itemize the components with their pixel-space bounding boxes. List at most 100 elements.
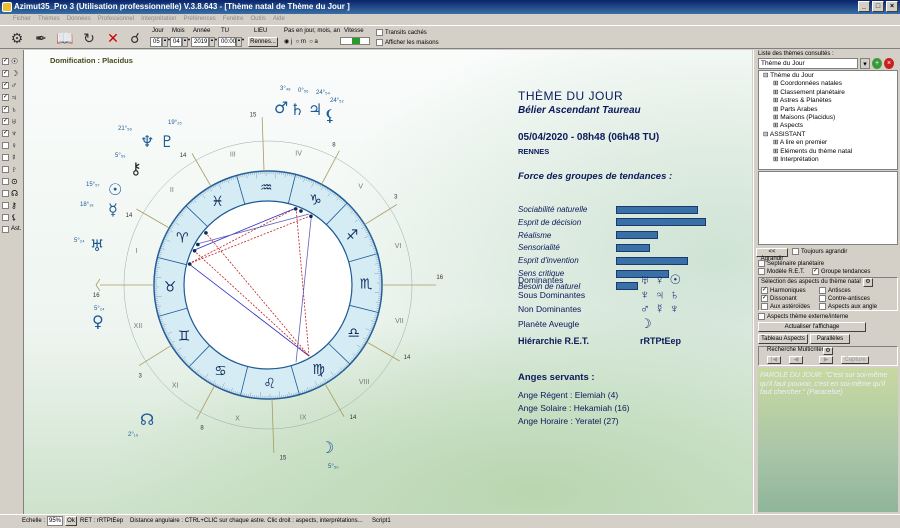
echelle-input[interactable]: 95%	[47, 516, 63, 526]
planet-glyph[interactable]: ⚸	[324, 108, 336, 124]
planet-filter-checkbox[interactable]	[2, 201, 9, 209]
tree-node[interactable]: ⊞ A lire en premier	[761, 139, 895, 147]
planet-filter-checkbox[interactable]: ✓	[2, 93, 9, 101]
close-button[interactable]: ×	[886, 1, 898, 12]
menu-fichier[interactable]: Fichier	[13, 14, 31, 25]
paralleles-button[interactable]: Parallèles	[810, 334, 850, 344]
planet-filter-checkbox[interactable]: ✓	[2, 57, 9, 65]
harmoniques-option[interactable]: ✓ Harmoniques	[761, 287, 806, 294]
planet-filter-checkbox[interactable]	[2, 165, 9, 173]
tree-node[interactable]: ⊞ Aspects	[761, 122, 895, 130]
theme-tree[interactable]: ⊟ Thème du Jour ⊞ Coordonnées natales ⊞ Cl…	[758, 70, 898, 170]
planet-filter-checkbox[interactable]	[2, 213, 9, 221]
planet-filter-13[interactable]: ⚸	[2, 212, 17, 222]
chart-wheel-icon[interactable]: ⚙	[8, 29, 26, 47]
planet-filter-checkbox[interactable]	[2, 225, 9, 233]
tree-node[interactable]: ⊞ Eléments du thème natal	[761, 148, 895, 156]
planet-filter-14[interactable]: Ast.	[2, 224, 21, 234]
planet-filter-checkbox[interactable]: ✓	[2, 129, 9, 137]
mois-spinner[interactable]: ▲▼	[182, 37, 191, 47]
aspects-angle-option[interactable]: Aspects aux angle	[819, 303, 877, 310]
annee-input[interactable]: 2019	[191, 37, 209, 47]
jour-input[interactable]: 05	[150, 37, 162, 47]
menu-aide[interactable]: Aide	[273, 14, 285, 25]
planet-filter-0[interactable]: ✓ ☉	[2, 56, 18, 66]
menu-themes[interactable]: Thèmes	[38, 14, 60, 25]
capture-button[interactable]: Capture	[841, 356, 869, 364]
planet-glyph[interactable]: ♇	[160, 134, 174, 150]
tree-node[interactable]: ⊞ Classement planétaire	[761, 89, 895, 97]
agrandir-button[interactable]: << Agrandir	[756, 248, 788, 262]
quill-icon[interactable]: ✒	[32, 29, 50, 47]
remove-theme-icon[interactable]: ×	[884, 58, 894, 69]
tree-node[interactable]: ⊞ Maisons (Placidus)	[761, 114, 895, 122]
menu-outils[interactable]: Outils	[251, 14, 266, 25]
planet-filter-checkbox[interactable]	[2, 189, 9, 197]
planet-filter-11[interactable]: ☊	[2, 188, 18, 198]
toujours-agrandir-option[interactable]: Toujours agrandir	[792, 248, 847, 255]
asteroides-option[interactable]: Aux astéroïdes	[761, 303, 810, 310]
next-result-button[interactable]: ▶	[819, 356, 833, 364]
planet-filter-12[interactable]: ⚷	[2, 200, 17, 210]
planet-filter-checkbox[interactable]	[2, 141, 9, 149]
planet-filter-5[interactable]: ✓ ♅	[2, 116, 17, 126]
pas-a-radio[interactable]: ○ a	[309, 39, 318, 45]
antisces-option[interactable]: Antisces	[819, 287, 851, 294]
tree-node[interactable]: ⊟ Thème du Jour	[761, 72, 895, 80]
tree-node[interactable]: ⊞ Astres & Planètes	[761, 97, 895, 105]
menu-interpretation[interactable]: Interprétation	[141, 14, 176, 25]
planet-glyph[interactable]: ☉	[108, 182, 122, 198]
theme-select[interactable]: Thème du Jour	[758, 58, 858, 69]
annee-spinner[interactable]: ▲▼	[209, 37, 218, 47]
menu-professionnel[interactable]: Professionnel	[98, 14, 134, 25]
planet-filter-checkbox[interactable]: ✓	[2, 105, 9, 113]
pas-j-radio[interactable]: ◉ j	[284, 39, 292, 45]
menu-donnees[interactable]: Données	[67, 14, 91, 25]
planet-glyph[interactable]: ♂	[274, 100, 288, 116]
tree-node[interactable]: ⊞ Parts Arabes	[761, 106, 895, 114]
jour-spinner[interactable]: ▲▼	[162, 37, 171, 47]
refresh-icon[interactable]: ↻	[80, 29, 98, 47]
aspects-externe-option[interactable]: Aspects thème externe/interne	[758, 313, 848, 320]
first-result-button[interactable]: |◀	[767, 356, 781, 364]
planet-filter-7[interactable]: ♀	[2, 140, 17, 150]
planet-filter-2[interactable]: ✓ ♂	[2, 80, 17, 90]
aspects-settings-icon[interactable]: ⚙	[863, 278, 873, 287]
add-theme-icon[interactable]: +	[872, 58, 882, 69]
planet-filter-checkbox[interactable]: ✓	[2, 69, 9, 77]
planet-filter-checkbox[interactable]	[2, 153, 9, 161]
recherche-settings-icon[interactable]: ⚙	[823, 347, 833, 355]
planet-filter-10[interactable]: ⊙	[2, 176, 18, 186]
tree-node[interactable]: ⊞ Interprétation	[761, 156, 895, 164]
select-dropdown-icon[interactable]: ▾	[860, 58, 870, 69]
menu-fenetre[interactable]: Fenêtre	[223, 14, 244, 25]
groupe-tendances-option[interactable]: ✓ Groupe tendances	[812, 268, 870, 275]
planet-glyph[interactable]: ♀	[92, 314, 104, 330]
planet-filter-checkbox[interactable]: ✓	[2, 81, 9, 89]
planet-glyph[interactable]: ♃	[308, 102, 322, 118]
tableau-aspects-button[interactable]: Tableau Aspects	[758, 334, 808, 344]
mois-input[interactable]: 04	[170, 37, 182, 47]
planet-filter-6[interactable]: ✓ ♆	[2, 128, 17, 138]
lieu-button[interactable]: Rennes...	[248, 37, 278, 47]
echelle-ok-button[interactable]: Ok	[65, 516, 77, 526]
pas-m-radio[interactable]: ○ m	[296, 39, 306, 45]
actualiser-button[interactable]: Actualiser l'affichage	[758, 322, 866, 332]
book-icon[interactable]: 📖	[56, 29, 74, 47]
transits-caches-option[interactable]: Transits cachés	[376, 29, 427, 36]
planet-filter-4[interactable]: ✓ ♄	[2, 104, 17, 114]
tu-input[interactable]: 00:00	[218, 37, 236, 47]
menu-preferences[interactable]: Préférences	[183, 14, 215, 25]
prev-result-button[interactable]: ◀	[789, 356, 803, 364]
planet-glyph[interactable]: ♄	[290, 102, 304, 118]
modele-ret-option[interactable]: Modèle R.E.T.	[758, 268, 805, 275]
tu-spinner[interactable]: ▲▼	[236, 37, 245, 47]
transit-icon[interactable]: ☌	[126, 29, 144, 47]
tree-node[interactable]: ⊟ ASSISTANT	[761, 131, 895, 139]
planet-glyph[interactable]: ♅	[90, 238, 104, 254]
dissonant-option[interactable]: ✓ Dissonant	[761, 295, 797, 302]
planet-glyph[interactable]: ♆	[140, 134, 154, 150]
planet-glyph[interactable]: ⚷	[130, 161, 142, 177]
contre-antisces-option[interactable]: Contre-antisces	[819, 295, 870, 302]
vitesse-slider[interactable]	[340, 37, 370, 45]
